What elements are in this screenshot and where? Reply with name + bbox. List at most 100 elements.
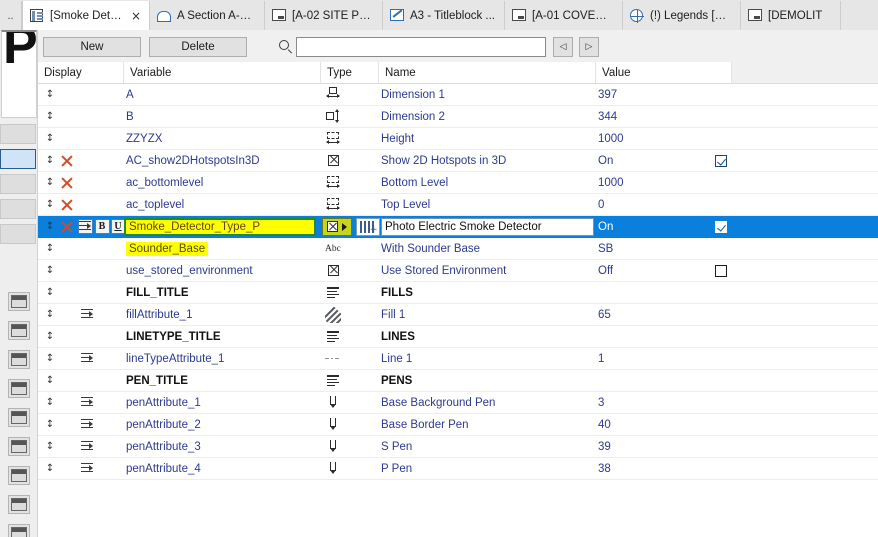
parameter-type[interactable] xyxy=(323,150,373,171)
parameter-type[interactable] xyxy=(323,436,373,457)
row-drag-handle-icon[interactable]: ↕ xyxy=(42,194,58,215)
window-icon-8[interactable] xyxy=(8,495,30,514)
variable-name[interactable]: Sounder_Base xyxy=(124,238,314,259)
row-drag-handle-icon[interactable]: ↕ xyxy=(42,370,58,391)
variable-name[interactable]: ac_bottomlevel xyxy=(124,172,314,193)
row-drag-handle-icon[interactable]: ↕ xyxy=(42,392,58,413)
variable-name-input[interactable]: Smoke_Detector_Type_P xyxy=(124,218,316,236)
value-checkbox[interactable] xyxy=(710,216,732,237)
table-row[interactable]: ↕ ac_toplevel Top Level 0 xyxy=(38,194,878,216)
row-drag-handle-icon[interactable]: ↕ xyxy=(42,216,58,237)
preview-pane[interactable]: P xyxy=(1,30,37,118)
parameter-type[interactable] xyxy=(323,326,373,347)
window-icon-9[interactable] xyxy=(8,524,30,537)
parameter-value[interactable]: 65 xyxy=(598,304,698,325)
parameter-type[interactable] xyxy=(323,260,373,281)
parameter-value[interactable]: SB xyxy=(598,238,698,259)
close-icon[interactable]: × xyxy=(131,9,141,23)
document-tab-2[interactable]: A Section A-A [... xyxy=(150,1,265,30)
parameter-value[interactable]: 40 xyxy=(598,414,698,435)
variable-name[interactable]: ac_toplevel xyxy=(124,194,314,215)
parameter-value[interactable]: 0 xyxy=(598,194,698,215)
window-icon-6[interactable] xyxy=(8,437,30,456)
parameter-name[interactable]: S Pen xyxy=(381,436,593,457)
variable-name[interactable]: penAttribute_1 xyxy=(124,392,314,413)
parameter-name[interactable]: Show 2D Hotspots in 3D xyxy=(381,150,593,171)
row-drag-handle-icon[interactable]: ↕ xyxy=(42,172,58,193)
parameter-name[interactable]: Fill 1 xyxy=(381,304,593,325)
new-button[interactable]: New xyxy=(43,37,141,57)
type-selector-dropdown[interactable] xyxy=(322,218,352,236)
value-list-button[interactable]: + xyxy=(356,218,380,236)
delete-button[interactable]: Delete xyxy=(149,37,247,57)
row-drag-handle-icon[interactable]: ↕ xyxy=(42,304,58,325)
window-icon-2[interactable] xyxy=(8,321,30,340)
table-row[interactable]: ↕ LINETYPE_TITLE LINES xyxy=(38,326,878,348)
variable-name[interactable]: LINETYPE_TITLE xyxy=(124,326,314,347)
parameter-name[interactable]: Base Border Pen xyxy=(381,414,593,435)
variable-name[interactable]: penAttribute_2 xyxy=(124,414,314,435)
parameter-name[interactable]: Bottom Level xyxy=(381,172,593,193)
parameter-value[interactable]: 344 xyxy=(598,106,698,127)
parameter-type[interactable] xyxy=(323,106,373,127)
parameter-value[interactable]: 1000 xyxy=(598,172,698,193)
document-tab-6[interactable]: (!) Legends [Le... xyxy=(623,1,741,30)
parameter-type[interactable] xyxy=(323,128,373,149)
parameter-value[interactable] xyxy=(598,326,698,347)
table-row[interactable]: ↕ PEN_TITLE PENS xyxy=(38,370,878,392)
document-tab-4[interactable]: A3 - Titleblock ... xyxy=(383,1,505,30)
table-row[interactable]: ↕ Sounder_Base Abc With Sounder Base SB xyxy=(38,238,878,260)
variable-name[interactable]: penAttribute_3 xyxy=(124,436,314,457)
table-row[interactable]: ↕ penAttribute_3 S Pen 39 xyxy=(38,436,878,458)
parameter-type[interactable] xyxy=(323,392,373,413)
variable-name[interactable]: A xyxy=(124,84,314,105)
parameter-value[interactable]: 38 xyxy=(598,458,698,479)
parameter-type[interactable] xyxy=(323,458,373,479)
table-row[interactable]: ↕ B Dimension 2 344 xyxy=(38,106,878,128)
parameter-type[interactable] xyxy=(323,282,373,303)
window-icon-1[interactable] xyxy=(8,292,30,311)
variable-name[interactable]: lineTypeAttribute_1 xyxy=(124,348,314,369)
parameter-name[interactable]: Base Background Pen xyxy=(381,392,593,413)
row-delete-icon[interactable] xyxy=(58,172,76,193)
row-drag-handle-icon[interactable]: ↕ xyxy=(42,84,58,105)
parameter-type[interactable] xyxy=(323,348,373,369)
palette-button-5[interactable] xyxy=(0,224,36,244)
row-delete-icon[interactable] xyxy=(58,194,76,215)
parameter-value[interactable]: 1000 xyxy=(598,128,698,149)
parameter-value[interactable]: On xyxy=(598,150,698,171)
window-icon-7[interactable] xyxy=(8,466,30,485)
tab-overflow-indicator[interactable]: .. xyxy=(0,1,22,30)
table-row[interactable]: ↕ FILL_TITLE FILLS xyxy=(38,282,878,304)
table-row[interactable]: ↕ A Dimension 1 397 xyxy=(38,84,878,106)
row-delete-icon[interactable] xyxy=(58,150,76,171)
parameter-value[interactable]: 1 xyxy=(598,348,698,369)
row-drag-handle-icon[interactable]: ↕ xyxy=(42,348,58,369)
parameter-value[interactable]: 397 xyxy=(598,84,698,105)
variable-name[interactable]: use_stored_environment xyxy=(124,260,314,281)
value-checkbox[interactable] xyxy=(710,260,732,281)
column-header-name[interactable]: Name xyxy=(379,62,596,83)
parameter-name[interactable]: Use Stored Environment xyxy=(381,260,593,281)
parameter-name[interactable]: Height xyxy=(381,128,593,149)
table-row[interactable]: ↕ ac_bottomlevel Bottom Level 1000 xyxy=(38,172,878,194)
document-tab-1[interactable]: [Smoke Detect... × xyxy=(22,1,150,30)
parameter-name[interactable]: With Sounder Base xyxy=(381,238,593,259)
window-icon-4[interactable] xyxy=(8,379,30,398)
parameter-value[interactable] xyxy=(598,282,698,303)
row-drag-handle-icon[interactable]: ↕ xyxy=(42,106,58,127)
parameter-type[interactable] xyxy=(323,414,373,435)
document-tab-7[interactable]: [DEMOLIT xyxy=(741,1,841,30)
variable-name[interactable]: FILL_TITLE xyxy=(124,282,314,303)
table-row[interactable]: ↕ ZZYZX Height 1000 xyxy=(38,128,878,150)
previous-match-button[interactable]: ◁ xyxy=(553,37,573,57)
parameter-type[interactable]: Abc xyxy=(323,238,373,259)
variable-name[interactable]: fillAttribute_1 xyxy=(124,304,314,325)
parameter-type[interactable] xyxy=(323,194,373,215)
table-row[interactable]: ↕ fillAttribute_1 Fill 1 65 xyxy=(38,304,878,326)
table-row[interactable]: ↕ penAttribute_1 Base Background Pen 3 xyxy=(38,392,878,414)
window-icon-3[interactable] xyxy=(8,350,30,369)
palette-button-3[interactable] xyxy=(0,174,36,194)
window-icon-5[interactable] xyxy=(8,408,30,427)
table-row[interactable]: ↕ B U Smoke_Detector_Type_P + Photo Electric … xyxy=(38,216,878,238)
